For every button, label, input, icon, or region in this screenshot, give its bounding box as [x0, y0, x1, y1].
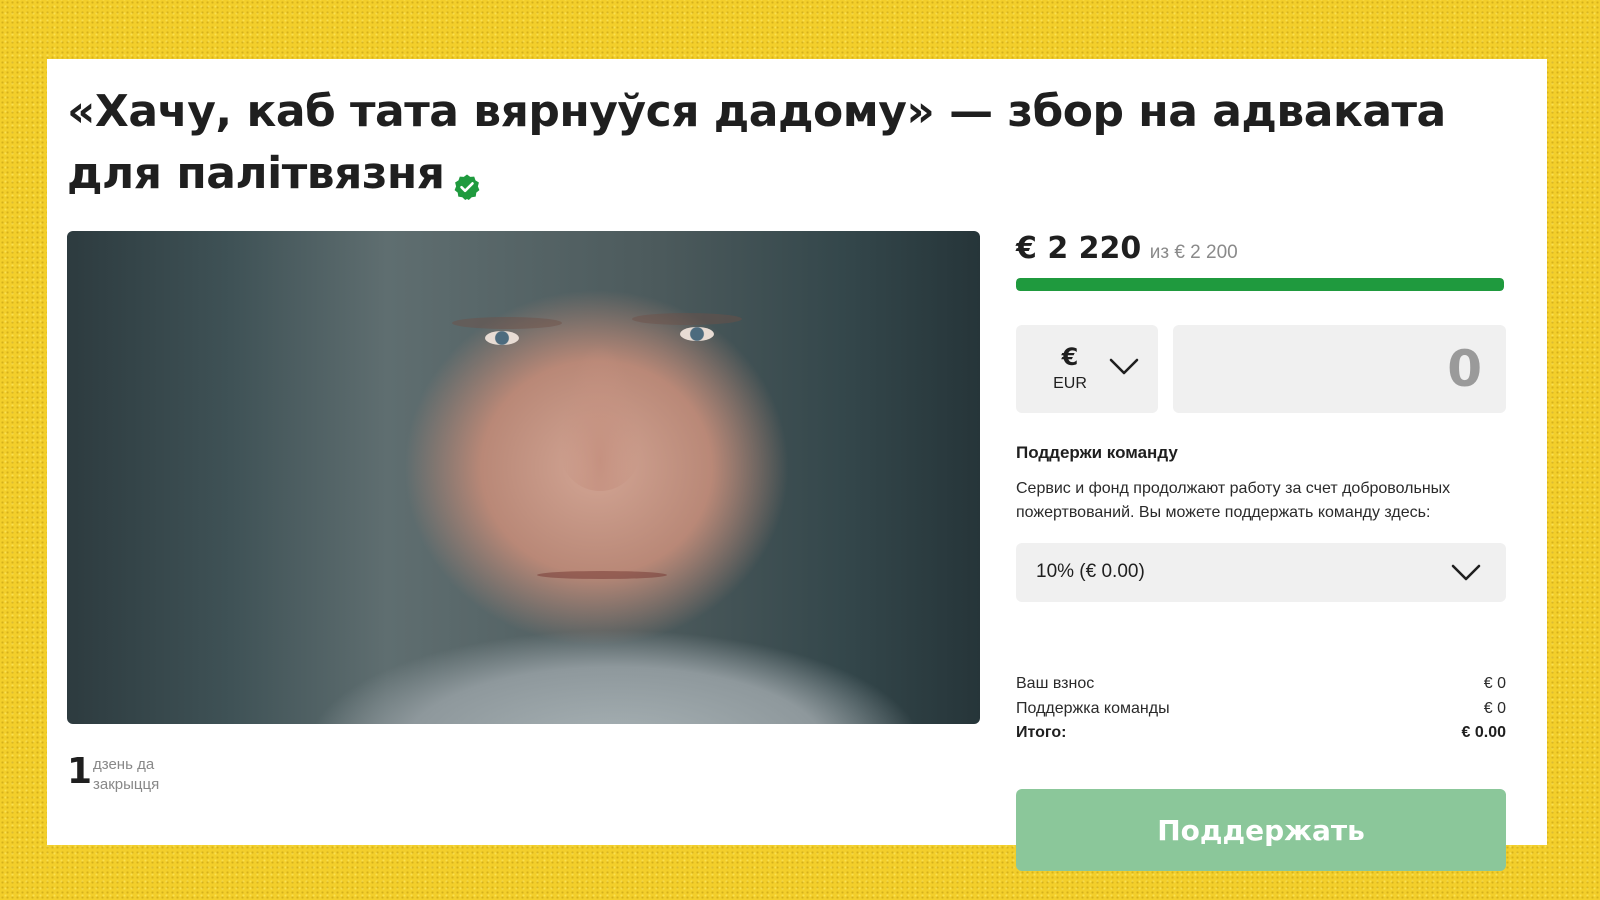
verified-badge-icon — [453, 156, 481, 200]
campaign-title-text: «Хачу, каб тата вярнуўся дадому» — збор … — [67, 86, 1446, 199]
summary-contribution-value: € 0 — [1483, 675, 1506, 692]
summary-team-value: € 0 — [1483, 700, 1506, 717]
days-left-number: 1 — [67, 751, 93, 792]
donation-amount-input[interactable] — [1173, 325, 1506, 413]
team-tip-select[interactable]: 10% (€ 0.00) — [1016, 543, 1506, 602]
campaign-title: «Хачу, каб тата вярнуўся дадому» — збор … — [67, 81, 1527, 205]
funding-status: € 2 220 из € 2 200 — [1016, 231, 1238, 266]
chevron-down-icon — [1108, 357, 1140, 382]
currency-symbol: € — [1061, 343, 1079, 371]
funding-progress-bar — [1016, 278, 1504, 291]
summary-total-row: Итого: € 0.00 — [1016, 724, 1506, 748]
photo-detail — [485, 331, 519, 345]
funding-progress-fill — [1016, 278, 1504, 291]
photo-detail — [537, 571, 667, 579]
summary-team-row: Поддержка команды € 0 — [1016, 700, 1506, 724]
team-tip-selected-value: 10% (€ 0.00) — [1036, 561, 1145, 582]
campaign-card: «Хачу, каб тата вярнуўся дадому» — збор … — [47, 59, 1547, 871]
summary-team-label: Поддержка команды — [1016, 700, 1170, 717]
support-team-description: Сервис и фонд продолжают работу за счет … — [1016, 480, 1451, 521]
photo-detail — [560, 341, 640, 491]
photo-detail — [632, 313, 742, 325]
summary-contribution-label: Ваш взнос — [1016, 675, 1095, 692]
chevron-down-icon — [1450, 563, 1482, 588]
summary-contribution-row: Ваш взнос € 0 — [1016, 675, 1506, 699]
photo-detail — [680, 327, 714, 341]
summary-total-value: € 0.00 — [1461, 724, 1506, 741]
support-team-title: Поддержи команду — [1016, 443, 1178, 462]
photo-detail — [452, 317, 562, 329]
currency-select[interactable]: € EUR — [1016, 325, 1158, 413]
currency-code: EUR — [1053, 375, 1087, 392]
goal-amount: из € 2 200 — [1149, 242, 1238, 263]
summary-total-label: Итого: — [1016, 724, 1067, 741]
donate-button[interactable]: Поддержать — [1016, 789, 1506, 871]
raised-amount: € 2 220 — [1016, 231, 1142, 266]
days-left-label: дзень да закрыцця — [93, 756, 160, 793]
campaign-photo — [67, 231, 980, 724]
